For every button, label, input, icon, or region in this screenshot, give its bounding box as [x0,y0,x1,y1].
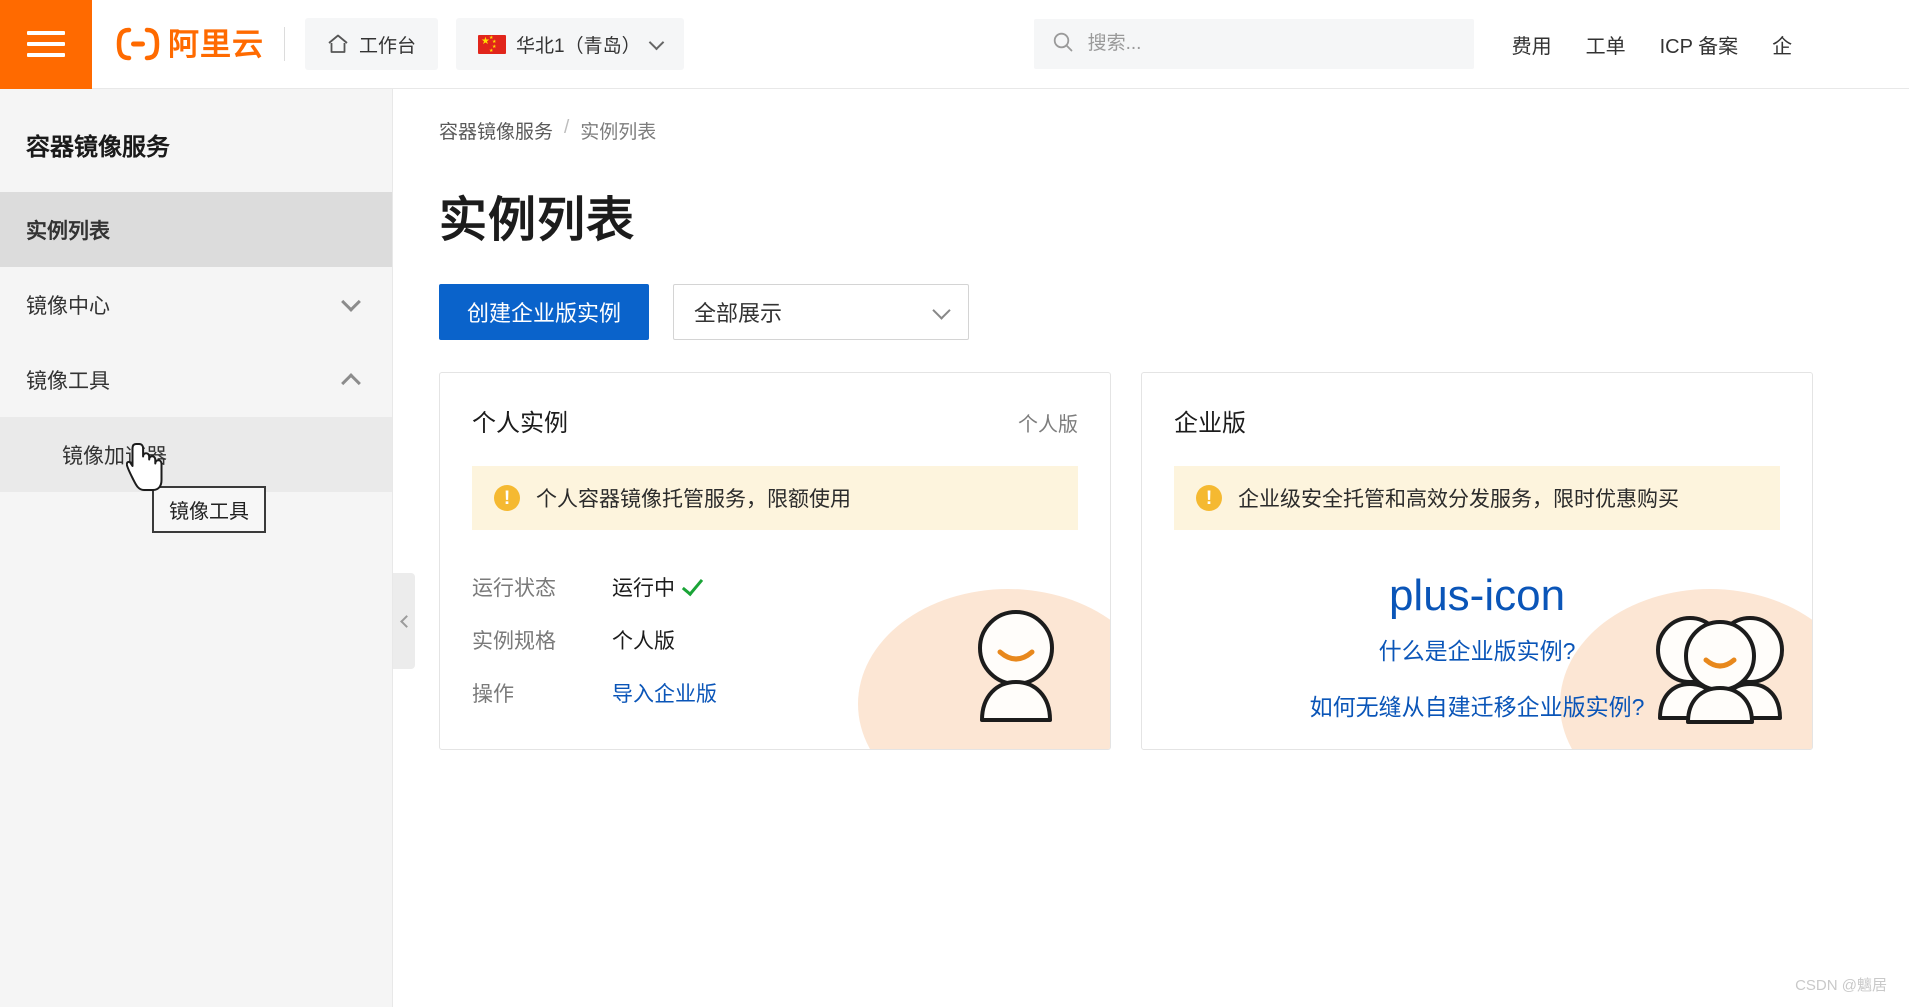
aliyun-bracket-icon [116,27,160,61]
info-row: 操作 导入企业版 [472,678,1078,708]
global-search[interactable] [1033,19,1474,69]
info-row: 运行状态 运行中 [472,572,1078,602]
info-label: 操作 [472,683,514,706]
import-to-enterprise-link[interactable]: 导入企业版 [612,678,717,708]
card-title: 企业版 [1174,410,1246,437]
sidebar-item-label: 镜像加速器 [62,444,167,468]
region-selector[interactable]: ★ ★ ★ ★ ★ 华北1（青岛） [456,18,684,70]
search-input[interactable] [1087,33,1456,55]
card-info-rows: 运行状态 运行中 实例规格 个人版 操作 导入企业版 [472,572,1078,708]
sidebar-item-label: 镜像工具 [26,369,110,393]
nav-item-fees[interactable]: 费用 [1512,30,1552,59]
what-is-enterprise-instance-link[interactable]: 什么是企业版实例? [1174,632,1780,666]
header-divider [284,27,285,61]
chevron-down-icon [932,300,951,320]
search-icon [1052,31,1074,58]
sidebar-item-instance-list[interactable]: 实例列表 [0,192,392,267]
sidebar-item-image-center[interactable]: 镜像中心 [0,267,392,342]
aliyun-logo-text: 阿里云 [168,26,264,62]
personal-instance-card[interactable]: 个人实例 个人版 ! 个人容器镜像托管服务，限额使用 运行状态 运行中 实例规格… [439,372,1111,750]
hamburger-icon-line [27,42,65,46]
display-filter-value: 全部展示 [694,301,783,326]
aliyun-logo[interactable]: 阿里云 [116,27,264,61]
card-header: 企业版 [1174,403,1780,438]
card-notice: ! 个人容器镜像托管服务，限额使用 [472,466,1078,530]
display-filter-select[interactable]: 全部展示 [673,284,970,340]
check-icon [681,573,704,596]
sidebar: 容器镜像服务 实例列表 镜像中心 镜像工具 镜像加速器 [0,89,393,1007]
instance-cards: 个人实例 个人版 ! 个人容器镜像托管服务，限额使用 运行状态 运行中 实例规格… [439,372,1909,750]
enterprise-instance-card[interactable]: 企业版 ! 企业级安全托管和高效分发服务，限时优惠购买 plus-icon 什么… [1141,372,1813,750]
toolbar: 创建企业版实例 全部展示 [439,284,1909,340]
sidebar-collapse-button[interactable] [393,573,415,669]
watermark: CSDN @魑居 [1795,977,1887,994]
info-value-status: 运行中 [612,572,704,602]
cn-flag-icon: ★ ★ ★ ★ ★ [478,34,507,54]
nav-item-enterprise[interactable]: 企 [1772,30,1792,59]
flag-star: ★ [492,38,497,45]
sidebar-title: 容器镜像服务 [26,134,170,161]
card-notice-text: 个人容器镜像托管服务，限额使用 [536,488,851,511]
flag-star: ★ [489,47,494,54]
chevron-down-icon [648,34,664,50]
workbench-label: 工作台 [359,35,417,57]
home-icon [327,33,349,55]
main-content: 容器镜像服务 / 实例列表 实例列表 创建企业版实例 全部展示 个人实例 个人版… [393,89,1909,1007]
info-row: 实例规格 个人版 [472,625,1078,655]
migrate-to-enterprise-link[interactable]: 如何无缝从自建迁移企业版实例? [1174,688,1780,722]
card-notice: ! 企业级安全托管和高效分发服务，限时优惠购买 [1174,466,1780,530]
hamburger-icon-line [27,31,65,35]
warning-icon: ! [1196,485,1222,511]
card-notice-text: 企业级安全托管和高效分发服务，限时优惠购买 [1238,488,1679,511]
info-label: 运行状态 [472,577,556,600]
page-title: 实例列表 [439,194,636,247]
nav-item-tickets[interactable]: 工单 [1586,30,1626,59]
sidebar-item-label: 镜像中心 [26,294,110,318]
sidebar-item-image-accelerator[interactable]: 镜像加速器 [0,417,392,492]
top-header: 阿里云 工作台 ★ ★ ★ ★ ★ 华北1（青岛） 搜索... 费用 工单 IC… [0,0,1909,89]
card-edition-tag: 个人版 [1018,414,1078,436]
breadcrumb: 容器镜像服务 / 实例列表 [439,117,1909,144]
chevron-left-icon [399,614,413,628]
status-text: 运行中 [612,577,675,600]
create-enterprise-instance-button[interactable]: 创建企业版实例 [439,284,650,340]
breadcrumb-root[interactable]: 容器镜像服务 [439,117,553,144]
info-value-spec: 个人版 [612,630,675,653]
chevron-up-icon [341,373,361,393]
info-label: 实例规格 [472,630,556,653]
card-title: 个人实例 [472,410,568,437]
header-nav: 费用 工单 ICP 备案 企 [1512,30,1793,59]
hamburger-menu-button[interactable] [0,0,92,89]
hamburger-icon-line [27,53,65,57]
card-header: 个人实例 个人版 [472,403,1078,438]
sidebar-item-image-tools[interactable]: 镜像工具 [0,342,392,417]
sidebar-tooltip: 镜像工具 [152,486,266,533]
nav-item-icp[interactable]: ICP 备案 [1660,30,1739,59]
enterprise-cta: plus-icon 什么是企业版实例? 如何无缝从自建迁移企业版实例? [1174,574,1780,722]
breadcrumb-separator: / [564,117,570,138]
page-root: 阿里云 工作台 ★ ★ ★ ★ ★ 华北1（青岛） 搜索... 费用 工单 IC… [0,0,1909,1007]
warning-icon: ! [494,485,520,511]
region-label: 华北1（青岛） [516,35,641,57]
workbench-button[interactable]: 工作台 [305,18,439,70]
chevron-down-icon [341,291,361,312]
plus-icon[interactable]: plus-icon [1174,574,1780,618]
breadcrumb-current: 实例列表 [580,122,657,143]
sidebar-item-label: 实例列表 [26,219,110,243]
